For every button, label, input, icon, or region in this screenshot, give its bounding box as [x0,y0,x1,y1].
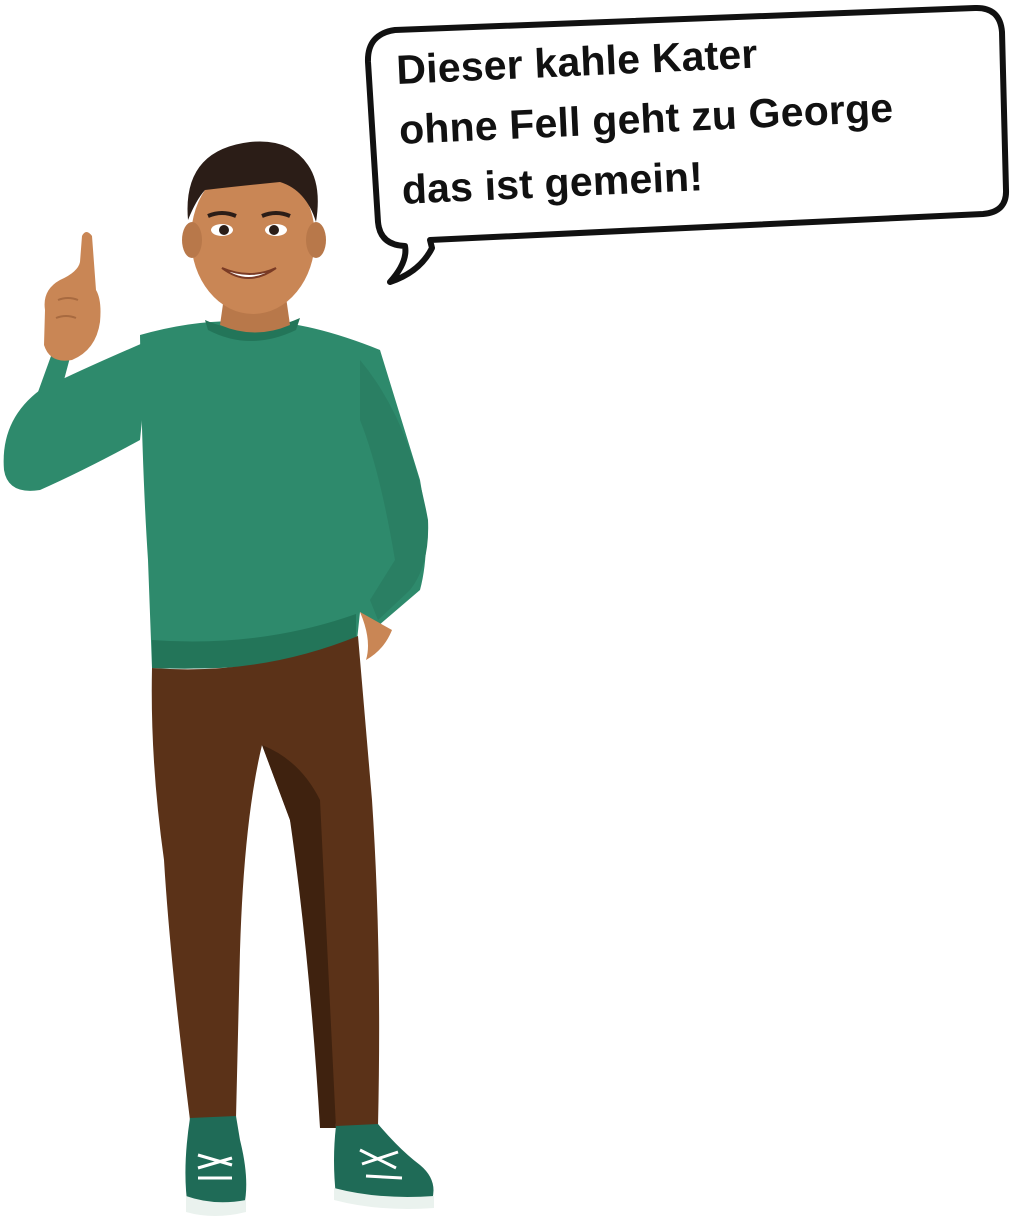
head [182,141,326,333]
left-shoe [185,1116,247,1216]
speech-bubble-text: Dieser kahle Kater ohne Fell geht zu Geo… [395,13,1003,220]
sweater [140,318,429,669]
raised-arm [3,232,150,491]
pants [151,636,380,1128]
right-shoe [334,1124,434,1209]
illustration-canvas: Dieser kahle Kater ohne Fell geht zu Geo… [0,0,1015,1217]
